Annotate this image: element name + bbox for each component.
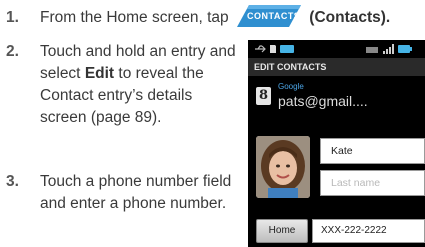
phone-number-row: Home XXX-222-2222 (248, 215, 425, 247)
step-text-before: From the Home screen, tap (40, 9, 229, 26)
network-icon (366, 47, 378, 53)
account-type: Google (278, 82, 304, 91)
battery-icon (398, 45, 412, 53)
step-number: 1. (6, 9, 19, 26)
contact-photo[interactable] (256, 136, 310, 198)
contacts-button-label: CONTACTS (246, 10, 301, 21)
step-text: Touch and hold an entry and select Edit … (40, 41, 240, 129)
last-name-field[interactable]: Last name (320, 170, 425, 196)
phone-number-field[interactable]: XXX-222-2222 (312, 219, 425, 243)
status-bar (248, 40, 425, 58)
usb-icon (255, 45, 266, 53)
girl-portrait-icon (256, 136, 310, 198)
step-number: 2. (6, 43, 19, 60)
google-account-icon: 8 (256, 87, 271, 105)
step-number: 3. (6, 173, 19, 190)
account-email: pats@gmail.... (278, 93, 368, 109)
notification-icon (280, 45, 294, 53)
signal-icon (383, 44, 394, 54)
step-text-after: (Contacts). (309, 9, 391, 26)
step-text: Touch a phone number field and enter a p… (40, 173, 232, 212)
edit-keyword: Edit (84, 65, 115, 82)
contacts-button-image: CONTACTS (236, 4, 301, 27)
first-name-field[interactable]: Kate (320, 138, 425, 164)
phone-screenshot: EDIT CONTACTS 8 Google pats@gmail.... Ka… (248, 40, 425, 247)
sd-card-icon (270, 45, 276, 53)
screen-title: EDIT CONTACTS (248, 58, 425, 76)
account-selector[interactable]: 8 Google pats@gmail.... (248, 76, 425, 116)
step-text: From the Home screen, tap CONTACTS (Cont… (40, 4, 425, 29)
phone-type-button[interactable]: Home (256, 219, 308, 243)
